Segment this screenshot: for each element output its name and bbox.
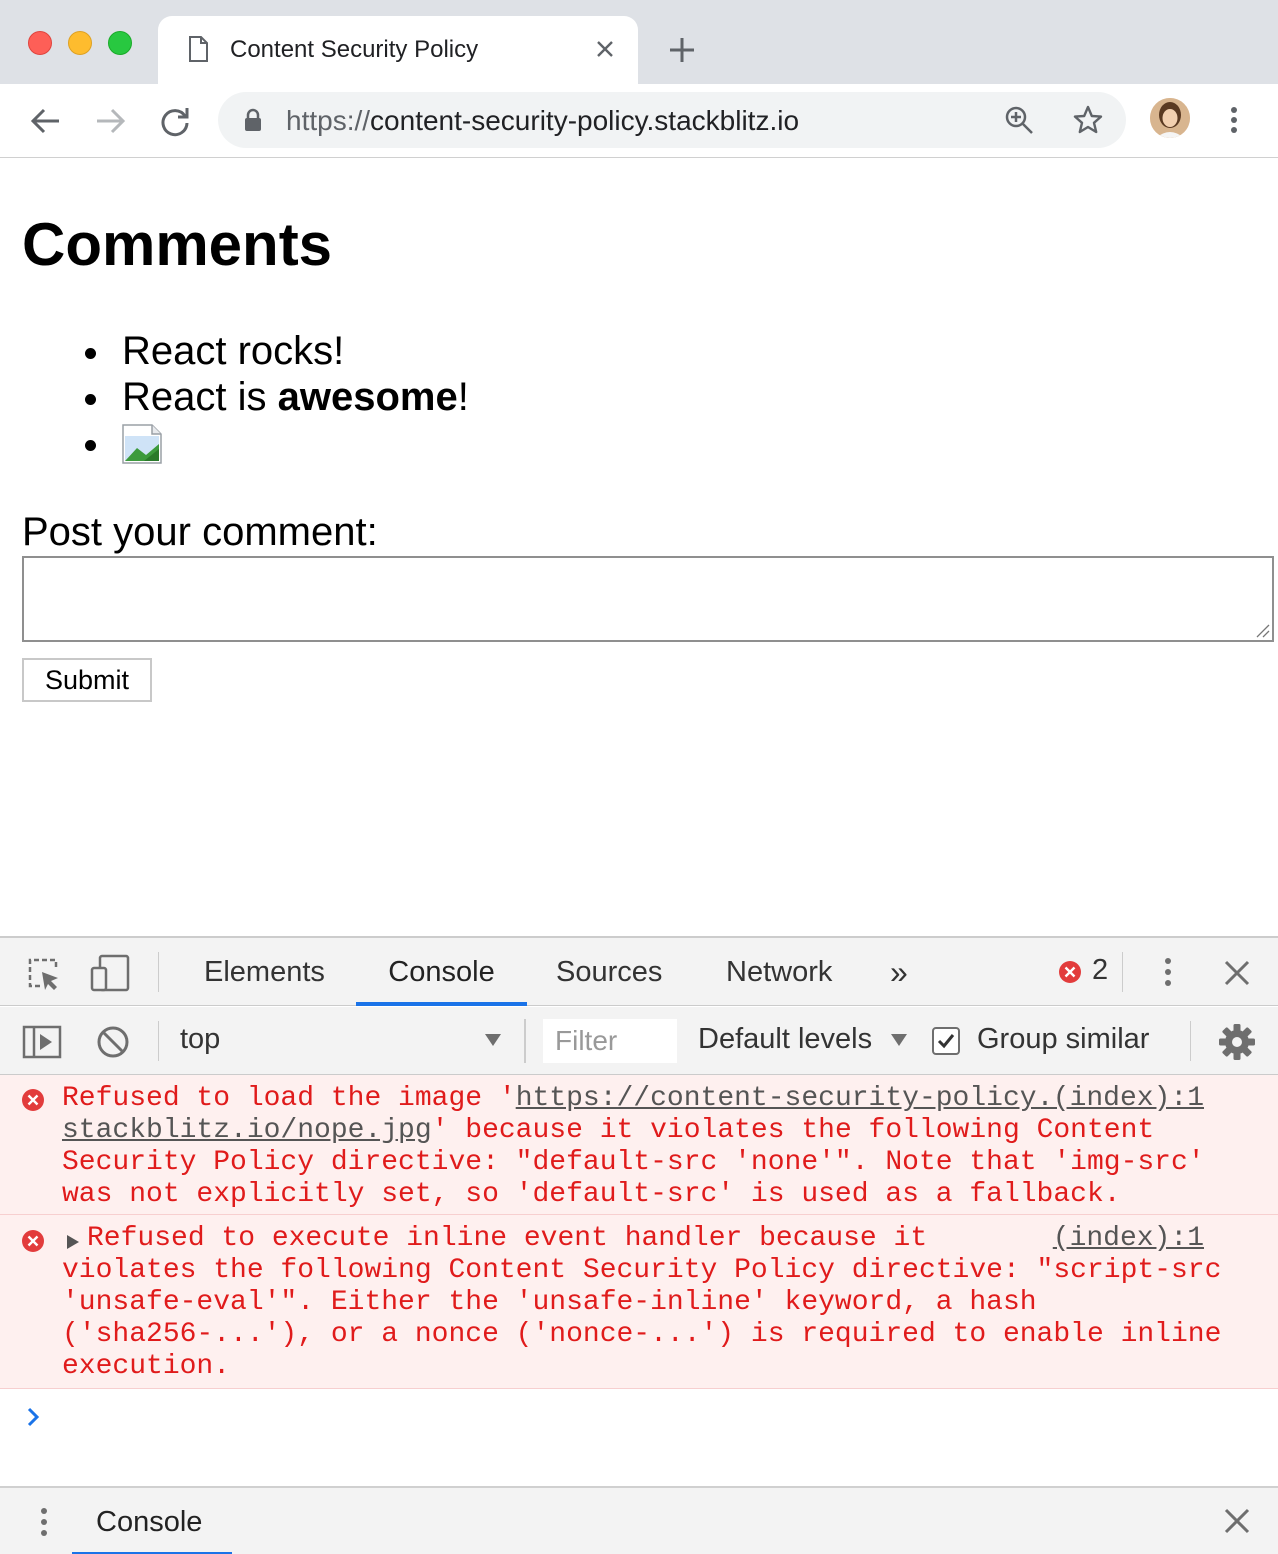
source-link[interactable]: (index):1 — [1053, 1083, 1204, 1114]
toolbar-divider — [1190, 1021, 1191, 1061]
inspect-element-icon[interactable] — [26, 956, 62, 992]
group-similar-checkbox[interactable] — [932, 1027, 960, 1055]
more-vert-icon[interactable] — [1222, 102, 1246, 138]
resize-grip-icon[interactable] — [1254, 622, 1270, 638]
browser-tabstrip: Content Security Policy — [0, 0, 1278, 84]
chevron-down-icon[interactable] — [890, 1033, 908, 1047]
tab-sources[interactable]: Sources — [556, 938, 662, 1006]
url-text[interactable]: https://content-security-policy.stackbli… — [286, 105, 799, 137]
browser-tab[interactable]: Content Security Policy — [158, 16, 638, 84]
context-select[interactable]: top — [180, 1023, 220, 1056]
plus-icon[interactable] — [668, 36, 696, 64]
filter-input[interactable] — [543, 1019, 677, 1063]
devtools-tabbar: Elements Console Sources Network » 2 — [0, 938, 1278, 1006]
list-item: React is awesome! — [85, 374, 469, 420]
error-icon — [22, 1230, 44, 1252]
drawer-tab-console[interactable]: Console — [72, 1488, 232, 1554]
web-page: Comments React rocks! React is awesome! … — [0, 158, 1278, 936]
expand-triangle-icon[interactable] — [66, 1234, 80, 1250]
address-bar[interactable]: https://content-security-policy.stackbli… — [218, 92, 1126, 148]
console-prompt-chevron-icon[interactable] — [24, 1406, 42, 1428]
list-item — [85, 420, 469, 466]
post-comment-label: Post your comment: — [22, 510, 378, 554]
close-icon[interactable] — [592, 36, 618, 62]
list-item: React rocks! — [85, 328, 469, 374]
toolbar-divider — [158, 952, 159, 992]
comment-textarea[interactable] — [22, 556, 1274, 642]
devtools-drawer: Console — [0, 1486, 1278, 1554]
star-icon[interactable] — [1072, 104, 1104, 136]
close-icon[interactable] — [1222, 958, 1252, 988]
log-levels-select[interactable]: Default levels — [698, 1023, 872, 1056]
checkmark-icon — [937, 1034, 955, 1049]
more-vert-icon[interactable] — [32, 1504, 56, 1540]
submit-button[interactable]: Submit — [22, 658, 152, 702]
forward-arrow-icon[interactable] — [93, 104, 127, 138]
sidebar-toggle-icon[interactable] — [22, 1024, 62, 1060]
gear-icon[interactable] — [1218, 1023, 1256, 1061]
tab-title: Content Security Policy — [230, 36, 479, 63]
comment-text: React is awesome! — [122, 375, 469, 419]
group-similar-label: Group similar — [977, 1023, 1150, 1055]
browser-toolbar: https://content-security-policy.stackbli… — [0, 84, 1278, 158]
tab-elements[interactable]: Elements — [204, 938, 325, 1006]
page-title: Comments — [22, 211, 333, 278]
error-link[interactable]: stackblitz.io/nope.jpg — [62, 1115, 432, 1146]
back-arrow-icon[interactable] — [29, 104, 63, 138]
error-text: Refused to execute inline event handler … — [87, 1223, 928, 1254]
toolbar-divider — [158, 1021, 159, 1061]
lock-icon — [245, 108, 261, 131]
error-icon — [22, 1089, 44, 1111]
console-toolbar: top Default levels Group similar — [0, 1007, 1278, 1075]
close-window-button[interactable] — [28, 31, 52, 55]
avatar[interactable] — [1150, 98, 1190, 138]
more-vert-icon[interactable] — [1156, 954, 1180, 990]
source-link[interactable]: (index):1 — [1053, 1223, 1204, 1254]
chevron-down-icon[interactable] — [484, 1033, 502, 1047]
error-link[interactable]: https://content-security-policy. — [516, 1083, 1054, 1114]
devtools-panel: Elements Console Sources Network » 2 top — [0, 936, 1278, 1554]
error-text: Refused to load the image 'https://conte… — [62, 1083, 1205, 1210]
tab-console[interactable]: Console — [356, 938, 527, 1006]
tab-network[interactable]: Network — [726, 938, 832, 1006]
broken-image-icon — [122, 424, 162, 464]
error-text: violates the following Content Security … — [62, 1255, 1222, 1382]
toolbar-divider — [524, 1019, 526, 1063]
console-error-message[interactable]: Refused to load the image 'https://conte… — [0, 1075, 1278, 1215]
close-icon[interactable] — [1222, 1506, 1252, 1536]
comment-list: React rocks! React is awesome! — [85, 328, 469, 466]
zoom-icon[interactable] — [1004, 105, 1034, 135]
device-toolbar-icon[interactable] — [90, 954, 130, 992]
page-icon — [189, 36, 208, 62]
more-tabs-chevron-icon[interactable]: » — [890, 938, 908, 1006]
error-icon — [1059, 961, 1081, 983]
console-error-message[interactable]: Refused to execute inline event handler … — [0, 1215, 1278, 1389]
clear-console-icon[interactable] — [96, 1025, 130, 1059]
minimize-window-button[interactable] — [68, 31, 92, 55]
comment-text: React rocks! — [122, 329, 345, 373]
toolbar-divider — [1122, 952, 1123, 992]
error-count[interactable]: 2 — [1092, 954, 1108, 987]
console-messages: Refused to load the image 'https://conte… — [0, 1075, 1278, 1389]
maximize-window-button[interactable] — [108, 31, 132, 55]
reload-icon[interactable] — [158, 104, 192, 138]
